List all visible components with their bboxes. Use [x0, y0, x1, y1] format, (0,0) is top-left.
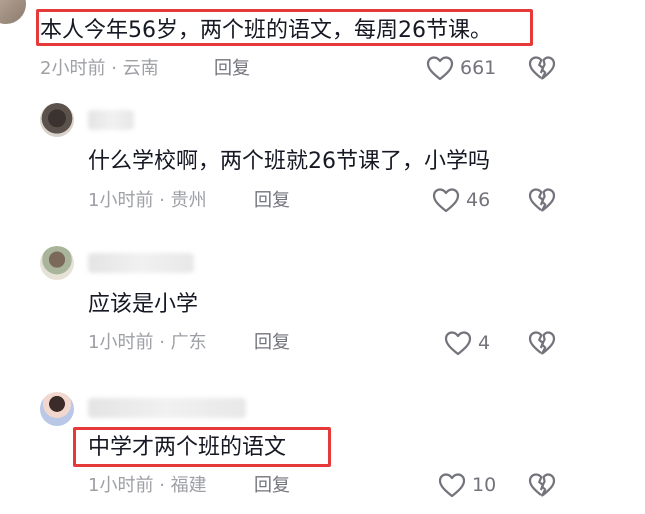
broken-heart-icon [528, 187, 556, 213]
broken-heart-icon [528, 330, 556, 356]
meta-separator: · [159, 332, 165, 353]
like-button[interactable]: 10 [438, 472, 496, 498]
comment-meta: 1小时前 · 广东 [88, 331, 207, 355]
reply-button[interactable]: 回复 [254, 331, 290, 355]
heart-outline-icon [444, 330, 472, 356]
like-count: 4 [478, 332, 491, 354]
like-count: 661 [460, 57, 497, 79]
comment-time: 1小时前 [88, 190, 154, 211]
comment-location: 福建 [170, 475, 207, 496]
dislike-button[interactable] [528, 55, 556, 81]
comment-text: 应该是小学 [88, 292, 199, 317]
broken-heart-icon [528, 55, 556, 81]
comment-location: 云南 [122, 58, 159, 79]
dislike-button[interactable] [528, 187, 556, 213]
reply-button[interactable]: 回复 [214, 57, 250, 81]
like-button[interactable]: 46 [432, 187, 490, 213]
comment-time: 1小时前 [88, 332, 154, 353]
comment-text: 中学才两个班的语文 [88, 435, 287, 460]
like-button[interactable]: 661 [426, 55, 496, 81]
heart-outline-icon [426, 55, 454, 81]
comment-location: 贵州 [170, 190, 207, 211]
comment-time: 2小时前 [40, 58, 106, 79]
meta-separator: · [111, 58, 117, 79]
avatar[interactable] [0, 0, 26, 24]
comment-meta: 2小时前 · 云南 [40, 57, 159, 81]
comment-text: 什么学校啊，两个班就26节课了，小学吗 [88, 149, 490, 174]
broken-heart-icon [528, 472, 556, 498]
avatar[interactable] [40, 246, 74, 280]
meta-separator: · [159, 190, 165, 211]
dislike-button[interactable] [528, 472, 556, 498]
heart-outline-icon [438, 472, 466, 498]
comment-meta: 1小时前 · 贵州 [88, 189, 207, 213]
like-count: 46 [466, 189, 491, 211]
username-blurred[interactable] [88, 253, 194, 273]
avatar[interactable] [40, 392, 74, 426]
like-count: 10 [472, 474, 497, 496]
heart-outline-icon [432, 187, 460, 213]
comment-meta: 1小时前 · 福建 [88, 474, 207, 498]
comment-time: 1小时前 [88, 475, 154, 496]
reply-button[interactable]: 回复 [254, 474, 290, 498]
meta-separator: · [159, 475, 165, 496]
like-button[interactable]: 4 [444, 330, 490, 356]
comment-location: 广东 [170, 332, 207, 353]
username-blurred[interactable] [88, 110, 134, 130]
reply-button[interactable]: 回复 [254, 189, 290, 213]
dislike-button[interactable] [528, 330, 556, 356]
avatar[interactable] [40, 103, 74, 137]
username-blurred[interactable] [88, 398, 246, 418]
comment-text: 本人今年56岁，两个班的语文，每周26节课。 [40, 18, 492, 43]
